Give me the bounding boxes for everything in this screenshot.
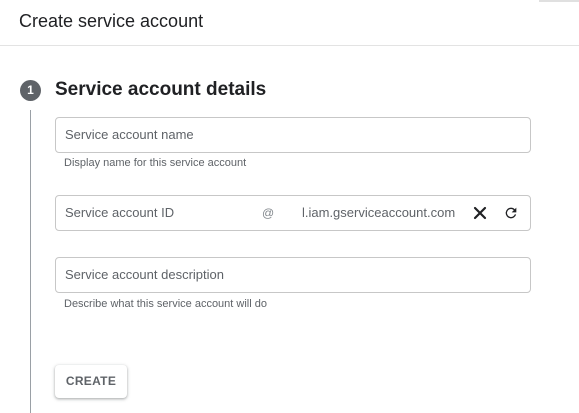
page-title: Create service account bbox=[19, 11, 204, 31]
page-header: Create service account bbox=[0, 0, 579, 46]
service-account-description-label: Service account description bbox=[65, 267, 224, 282]
refresh-icon[interactable] bbox=[501, 203, 521, 223]
step-number-badge: 1 bbox=[20, 80, 41, 101]
at-sign: @ bbox=[262, 206, 275, 220]
create-service-account-page: Create service account 1 Service account… bbox=[0, 0, 579, 413]
service-account-description-hint: Describe what this service account will … bbox=[64, 298, 267, 310]
close-icon[interactable] bbox=[470, 203, 490, 223]
service-account-name-field[interactable]: Service account name bbox=[55, 117, 531, 153]
service-account-name-hint: Display name for this service account bbox=[64, 157, 247, 169]
service-account-domain: l.iam.gserviceaccount.com bbox=[302, 205, 456, 220]
service-account-id-label: Service account ID bbox=[65, 205, 175, 220]
service-account-name-label: Service account name bbox=[65, 127, 194, 142]
service-account-description-field[interactable]: Service account description bbox=[55, 257, 531, 293]
service-account-id-field[interactable]: Service account ID @ l.iam.gserviceaccou… bbox=[55, 195, 531, 231]
step-title: Service account details bbox=[55, 79, 267, 100]
step-connector-line bbox=[30, 110, 31, 413]
header-divider-accent bbox=[539, 0, 579, 2]
create-button[interactable]: CREATE bbox=[55, 365, 127, 398]
